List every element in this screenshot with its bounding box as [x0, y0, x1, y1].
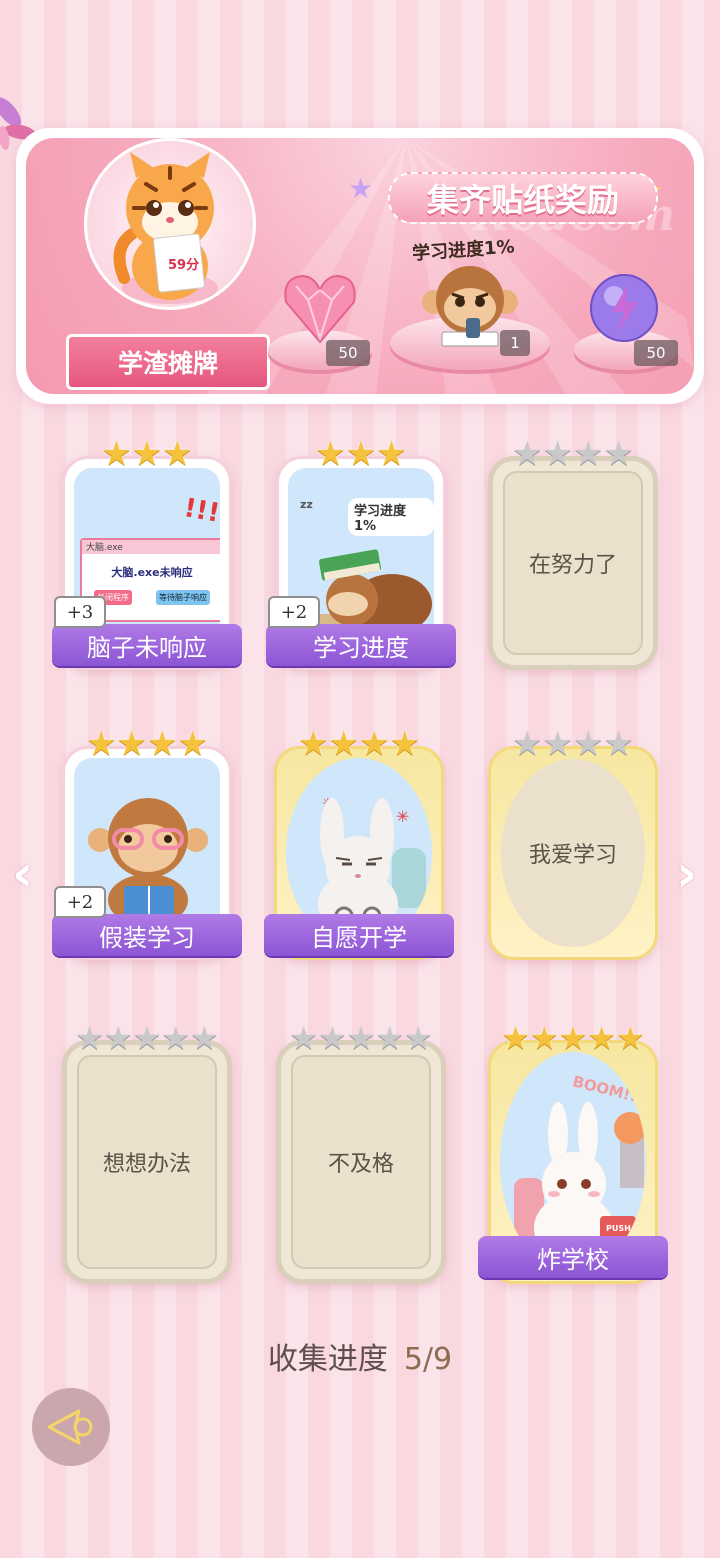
star-icon: ★ [75, 1019, 104, 1057]
star-icon: ★ [161, 1019, 191, 1057]
prev-page-arrow-icon[interactable]: ‹ [12, 848, 48, 900]
card-label: 假装学习 [52, 914, 242, 956]
star-icon: ★ [190, 1019, 219, 1057]
star-icon: ★ [512, 434, 543, 474]
card-frame: 我爱学习 [488, 746, 658, 960]
star-icon: ★ [542, 434, 573, 474]
card-label: 在努力了 [503, 471, 643, 655]
star-icon: ★ [328, 724, 359, 764]
star-icon: ★ [558, 1019, 588, 1057]
error-message: 大脑.exe未响应 [111, 566, 193, 579]
character-name-ribbon[interactable]: 学渣摊牌 [66, 334, 270, 390]
star-icon: ★ [317, 1019, 347, 1057]
back-button[interactable] [32, 1388, 110, 1466]
star-icon: ★ [101, 434, 132, 474]
card-label: 自愿开学 [264, 914, 454, 956]
sticker-card-4[interactable]: ★ ★ ★ ★ 假装学习 +2 [52, 724, 242, 962]
card-label: 学习进度 [266, 624, 456, 666]
star-icon: ★ [177, 724, 208, 764]
purple-star-icon: ★ [348, 172, 374, 205]
star-icon: ★ [603, 434, 634, 474]
star-rating: ★ ★ ★ [276, 434, 446, 474]
sticker-card-9[interactable]: BOOM!! PUSH ★ ★ ★ ★ ★ 炸学校 [478, 1018, 668, 1284]
reward-banner: Redeem ★ ★ 集齐贴纸奖励 59分 学渣摊牌 [16, 128, 704, 404]
star-icon: ★ [603, 724, 634, 764]
sticker-card-1[interactable]: !!! 大脑.exe 大脑.exe未响应 关闭程序 等待脑子响应 ★ ★ ★ 脑子未… [52, 434, 242, 672]
star-icon: ★ [162, 434, 193, 474]
star-icon: ★ [512, 724, 543, 764]
sticker-card-5[interactable]: ✳ ✳ ★★★★ 自愿开学 [264, 724, 454, 962]
card-label: 想想办法 [77, 1055, 217, 1269]
star-icon: ★ [616, 1019, 645, 1057]
collection-progress-value: 5/9 [403, 1342, 453, 1377]
reward-count: 1 [500, 330, 530, 356]
reward-count: 50 [634, 340, 678, 366]
star-icon: ★ [404, 1019, 433, 1057]
push-button-text: PUSH [606, 1224, 631, 1233]
star-icon: ★ [359, 724, 390, 764]
sticker-card-7-locked[interactable]: 想想办法 ★ ★ ★ ★ ★ [62, 1018, 232, 1284]
purple-lightning-orb-icon[interactable] [588, 272, 660, 344]
plus-count-tag: +2 [54, 886, 106, 918]
sleep-zz: zz [300, 498, 313, 511]
star-icon: ★ [389, 724, 420, 764]
star-icon: ★ [573, 724, 604, 764]
star-icon: ★ [375, 1019, 405, 1057]
card-label: 不及格 [291, 1055, 431, 1269]
card-frame: 不及格 [276, 1040, 446, 1284]
card-label: 我爱学习 [501, 759, 645, 947]
sticker-card-3-locked[interactable]: 在努力了 ★ ★ ★ ★ [488, 434, 658, 672]
star-icon: ★ [587, 1019, 617, 1057]
star-icon: ★ [86, 724, 117, 764]
next-page-arrow-icon[interactable]: › [676, 848, 712, 900]
star-rating: ★ ★ ★ [62, 434, 232, 474]
star-rating: ★ ★ ★ ★ [488, 724, 658, 764]
star-rating: ★ ★ ★ ★ [274, 724, 444, 764]
wait-brain-button: 等待脑子响应 [156, 590, 210, 605]
collection-progress: 收集进度 5/9 [0, 1334, 720, 1378]
tiger-avatar [113, 152, 218, 304]
star-icon: ★ [116, 724, 147, 764]
star-icon: ★ [289, 1019, 318, 1057]
card-frame: 想想办法 [62, 1040, 232, 1284]
star-icon: ★ [501, 1019, 530, 1057]
exclamation-marks: !!! [181, 493, 220, 529]
sticker-card-2[interactable]: 学习进度1% zz ★ ★ ★ 学习进度 +2 [266, 434, 456, 672]
star-rating: ★ ★ ★ ★ ★ [62, 1018, 232, 1058]
star-rating: ★ ★ ★ ★ ★ [488, 1018, 658, 1058]
reward-count: 50 [326, 340, 370, 366]
star-rating: ★ ★ ★ ★ ★ [276, 1018, 446, 1058]
collection-progress-label: 收集进度 [267, 1342, 388, 1377]
star-icon: ★ [315, 434, 346, 474]
star-icon: ★ [376, 434, 407, 474]
card-label: 脑子未响应 [52, 624, 242, 666]
sticker-card-6-locked[interactable]: 我爱学习 ★ ★ ★ ★ [488, 724, 658, 962]
star-icon: ★ [573, 434, 604, 474]
banner-title: 集齐贴纸奖励 [388, 172, 658, 224]
star-icon: ★ [147, 724, 178, 764]
score-text: 59分 [168, 258, 200, 273]
card-label: 炸学校 [478, 1236, 668, 1278]
star-icon: ★ [529, 1019, 559, 1057]
star-icon: ★ [346, 1019, 376, 1057]
plus-count-tag: +3 [54, 596, 106, 628]
pink-heart-gem-icon[interactable] [282, 272, 358, 346]
star-rating: ★ ★ ★ ★ [62, 724, 232, 764]
star-rating: ★ ★ ★ ★ [488, 434, 658, 474]
star-icon: ★ [542, 724, 573, 764]
character-avatar-frame[interactable]: 59分 [84, 138, 256, 310]
star-icon: ★ [132, 1019, 162, 1057]
star-icon: ★ [345, 434, 377, 474]
plus-count-tag: +2 [268, 596, 320, 628]
card-frame: 在努力了 [488, 456, 658, 670]
star-icon: ★ [131, 434, 163, 474]
svg-text:✳: ✳ [396, 807, 409, 826]
star-icon: ★ [103, 1019, 133, 1057]
back-arrow-icon [47, 1409, 93, 1445]
window-title: 大脑.exe [82, 540, 220, 554]
sticker-card-8-locked[interactable]: 不及格 ★ ★ ★ ★ ★ [276, 1018, 446, 1284]
star-icon: ★ [298, 724, 329, 764]
